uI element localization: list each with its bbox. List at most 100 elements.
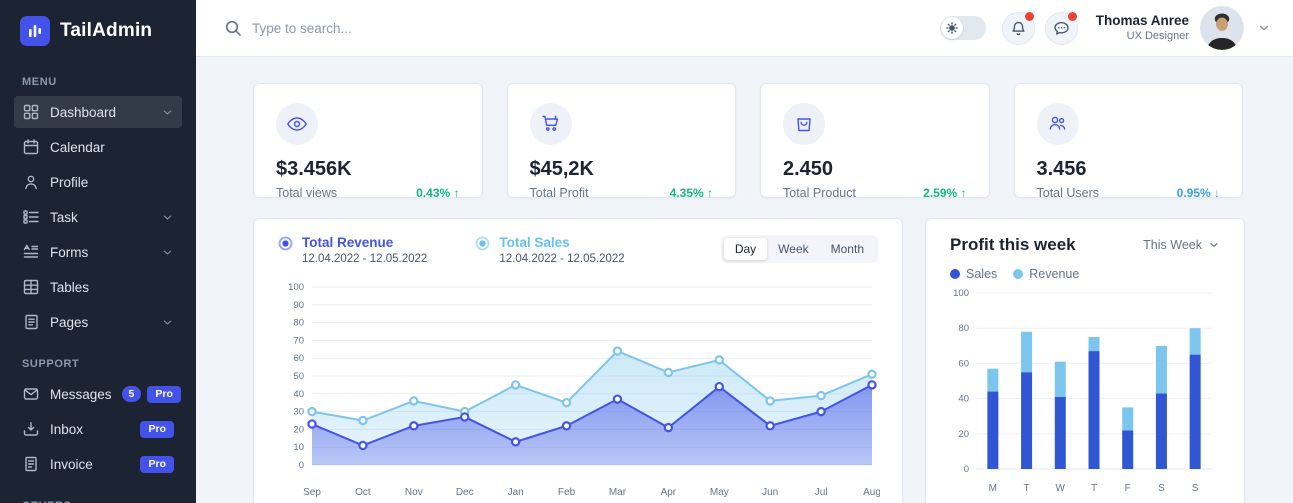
svg-text:90: 90 xyxy=(293,300,304,311)
svg-text:Oct: Oct xyxy=(355,487,371,498)
svg-text:May: May xyxy=(710,487,729,498)
notification-dot xyxy=(1025,12,1034,21)
sidebar-item-invoice[interactable]: InvoicePro xyxy=(14,448,182,480)
svg-text:30: 30 xyxy=(293,407,304,418)
messages-icon xyxy=(22,385,40,403)
series-date-range: 12.04.2022 - 12.05.2022 xyxy=(302,253,427,265)
svg-text:S: S xyxy=(1192,483,1199,494)
search-input[interactable] xyxy=(252,21,572,36)
stat-label: Total Product xyxy=(783,186,856,200)
sidebar-item-label: Forms xyxy=(50,245,88,260)
sidebar-item-task[interactable]: Task xyxy=(14,201,182,233)
header: Thomas Anree UX Designer xyxy=(196,0,1293,57)
period-switcher: DayWeekMonth xyxy=(721,235,878,263)
chevron-down-icon xyxy=(1257,21,1271,35)
svg-text:T: T xyxy=(1024,483,1030,494)
pro-badge: Pro xyxy=(147,386,181,403)
message-dot xyxy=(1068,12,1077,21)
series-toggle-total-sales[interactable]: Total Sales12.04.2022 - 12.05.2022 xyxy=(475,235,624,265)
svg-text:S: S xyxy=(1158,483,1165,494)
legend-item-revenue: Revenue xyxy=(1013,267,1079,281)
week-select-value: This Week xyxy=(1143,238,1202,252)
dashboard-grid-icon xyxy=(22,103,40,121)
svg-text:50: 50 xyxy=(293,371,304,382)
forms-icon xyxy=(22,243,40,261)
svg-text:20: 20 xyxy=(293,424,304,435)
week-select[interactable]: This Week xyxy=(1143,238,1220,252)
sun-icon xyxy=(941,17,963,39)
chat-icon xyxy=(1053,20,1070,37)
sidebar-item-label: Invoice xyxy=(50,457,93,472)
inbox-icon xyxy=(22,420,40,438)
svg-text:60: 60 xyxy=(293,353,304,364)
period-button-week[interactable]: Week xyxy=(767,238,819,260)
user-menu[interactable]: Thomas Anree UX Designer xyxy=(1096,6,1271,50)
svg-text:0: 0 xyxy=(299,460,304,471)
chevron-down-icon xyxy=(161,211,174,224)
svg-text:Aug: Aug xyxy=(863,487,880,498)
team-icon xyxy=(1037,103,1079,145)
svg-text:Feb: Feb xyxy=(558,487,576,498)
sidebar-item-forms[interactable]: Forms xyxy=(14,236,182,268)
svg-text:0: 0 xyxy=(964,464,969,475)
profit-legend: Sales Revenue xyxy=(950,267,1220,281)
sidebar-item-inbox[interactable]: InboxPro xyxy=(14,413,182,445)
dashboard-content: $3.456KTotal views0.43% ↑$45,2KTotal Pro… xyxy=(196,57,1293,503)
profit-title: Profit this week xyxy=(950,235,1076,255)
profit-chart-card: Profit this week This Week SalesRevenue … xyxy=(925,218,1245,503)
legend-dot xyxy=(950,269,960,279)
stat-bottom: Total Profit4.35% ↑ xyxy=(530,186,714,200)
stat-value: $3.456K xyxy=(276,158,460,181)
stat-card-total-views: $3.456KTotal views0.43% ↑ xyxy=(253,83,483,198)
profile-icon xyxy=(22,173,40,191)
cart-icon xyxy=(530,103,572,145)
sidebar-item-label: Calendar xyxy=(50,140,105,155)
svg-text:M: M xyxy=(989,483,997,494)
stat-delta: 4.35% ↑ xyxy=(670,186,713,200)
legend-dot xyxy=(1013,269,1023,279)
period-button-month[interactable]: Month xyxy=(820,238,875,260)
svg-text:W: W xyxy=(1056,483,1066,494)
sidebar-item-messages[interactable]: Messages5Pro xyxy=(14,378,182,410)
sidebar-item-badges: 5Pro xyxy=(122,386,181,403)
svg-text:Mar: Mar xyxy=(609,487,627,498)
sidebar-item-dashboard[interactable]: Dashboard xyxy=(14,96,182,128)
svg-text:F: F xyxy=(1125,483,1131,494)
sidebar-item-calendar[interactable]: Calendar xyxy=(14,131,182,163)
charts-row: Total Revenue12.04.2022 - 12.05.2022Tota… xyxy=(253,218,1243,503)
stat-card-total-profit: $45,2KTotal Profit4.35% ↑ xyxy=(507,83,737,198)
notifications-button[interactable] xyxy=(1002,12,1035,45)
app-root: TailAdmin MENUDashboardCalendarProfileTa… xyxy=(0,0,1293,503)
period-button-day[interactable]: Day xyxy=(724,238,767,260)
svg-text:70: 70 xyxy=(293,335,304,346)
user-meta: Thomas Anree UX Designer xyxy=(1096,13,1189,44)
svg-text:T: T xyxy=(1091,483,1097,494)
profit-bar-chart: 020406080100MTWTFSS xyxy=(950,285,1220,503)
radio-icon xyxy=(278,236,293,265)
theme-toggle[interactable] xyxy=(940,16,986,40)
sidebar-item-label: Inbox xyxy=(50,422,83,437)
stat-delta: 2.59% ↑ xyxy=(923,186,966,200)
legend-label: Revenue xyxy=(1029,267,1079,281)
sidebar-section-label-menu: MENU xyxy=(22,76,182,88)
bell-icon xyxy=(1010,20,1027,37)
legend-label: Sales xyxy=(966,267,997,281)
header-search xyxy=(224,19,940,37)
sidebar-item-tables[interactable]: Tables xyxy=(14,271,182,303)
stat-value: 3.456 xyxy=(1037,158,1221,181)
svg-text:100: 100 xyxy=(953,288,969,299)
chevron-down-icon xyxy=(161,106,174,119)
revenue-chart-card: Total Revenue12.04.2022 - 12.05.2022Tota… xyxy=(253,218,903,503)
series-toggle-total-revenue[interactable]: Total Revenue 12.04.2022 - 12.05.2022 xyxy=(278,235,427,265)
pages-icon xyxy=(22,313,40,331)
messages-button[interactable] xyxy=(1045,12,1078,45)
sidebar-item-pages[interactable]: Pages xyxy=(14,306,182,338)
sidebar-item-profile[interactable]: Profile xyxy=(14,166,182,198)
series-name: Total Revenue xyxy=(302,235,427,250)
stat-card-total-users: 3.456Total Users0.95% ↓ xyxy=(1014,83,1244,198)
brand[interactable]: TailAdmin xyxy=(14,14,182,56)
user-role: UX Designer xyxy=(1096,30,1189,44)
svg-text:80: 80 xyxy=(293,318,304,329)
svg-text:Nov: Nov xyxy=(405,487,423,498)
chevron-down-icon xyxy=(161,246,174,259)
